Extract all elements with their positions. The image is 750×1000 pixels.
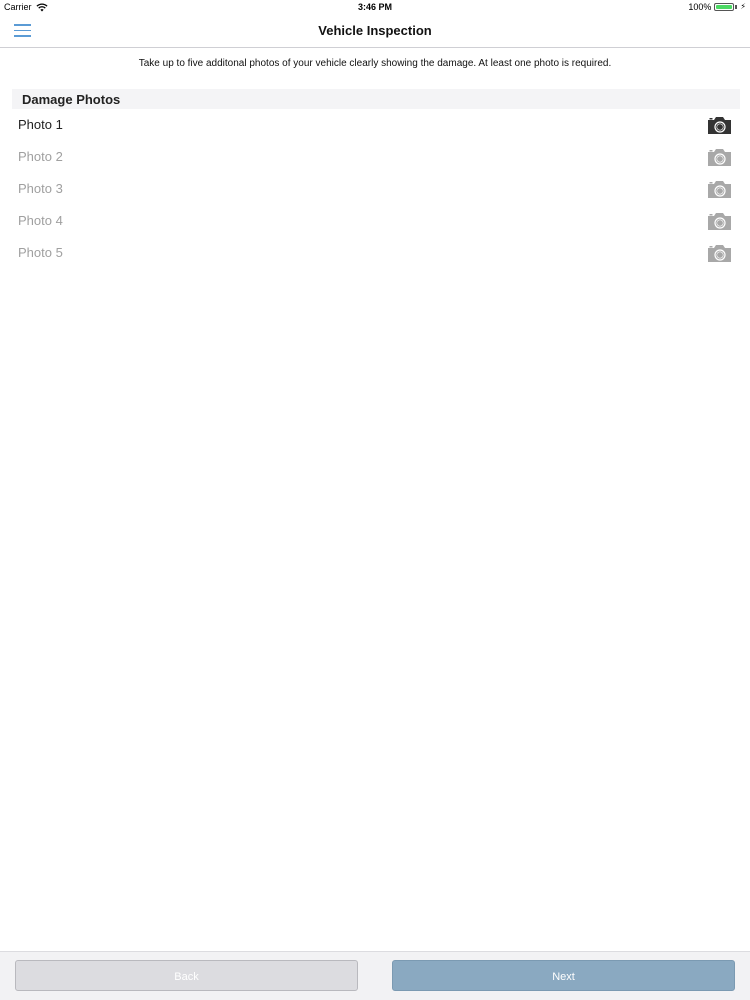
photo-row-4[interactable]: Photo 4 [0,205,750,237]
battery-fill [716,5,733,9]
camera-icon[interactable] [707,211,732,231]
camera-icon[interactable] [707,115,732,135]
camera-icon[interactable] [707,243,732,263]
photo-label: Photo 1 [18,117,63,132]
status-right: 100% ⚡ [688,2,746,12]
battery-tip [735,5,738,9]
back-button[interactable]: Back [15,960,358,991]
photo-label: Photo 5 [18,245,63,260]
navigation-bar: Vehicle Inspection [0,14,750,48]
instruction-text: Take up to five additonal photos of your… [138,58,612,69]
photo-row-5[interactable]: Photo 5 [0,237,750,269]
section-header: Damage Photos [12,89,740,109]
battery-icon [714,3,735,11]
photo-row-3[interactable]: Photo 3 [0,173,750,205]
photo-row-1[interactable]: Photo 1 [0,109,750,141]
photo-label: Photo 3 [18,181,63,196]
status-time: 3:46 PM [357,2,392,12]
photo-label: Photo 4 [18,213,63,228]
camera-icon[interactable] [707,147,732,167]
photo-row-2[interactable]: Photo 2 [0,141,750,173]
next-button[interactable]: Next [392,960,735,991]
battery-percent: 100% [688,2,712,12]
photo-label: Photo 2 [18,149,63,164]
camera-icon[interactable] [707,179,732,199]
section-title: Damage Photos [22,92,121,107]
status-bar: Carrier 3:46 PM 100% ⚡ [0,0,750,14]
screen: Carrier 3:46 PM 100% ⚡ Vehicle Inspectio… [0,0,750,1000]
bottom-toolbar: Back Next [0,951,750,1000]
photo-list: Photo 1 Photo 2 Photo 3 Photo 4 Photo 5 [0,109,750,269]
charging-bolt-icon: ⚡ [740,2,746,11]
page-title: Vehicle Inspection [318,23,432,38]
